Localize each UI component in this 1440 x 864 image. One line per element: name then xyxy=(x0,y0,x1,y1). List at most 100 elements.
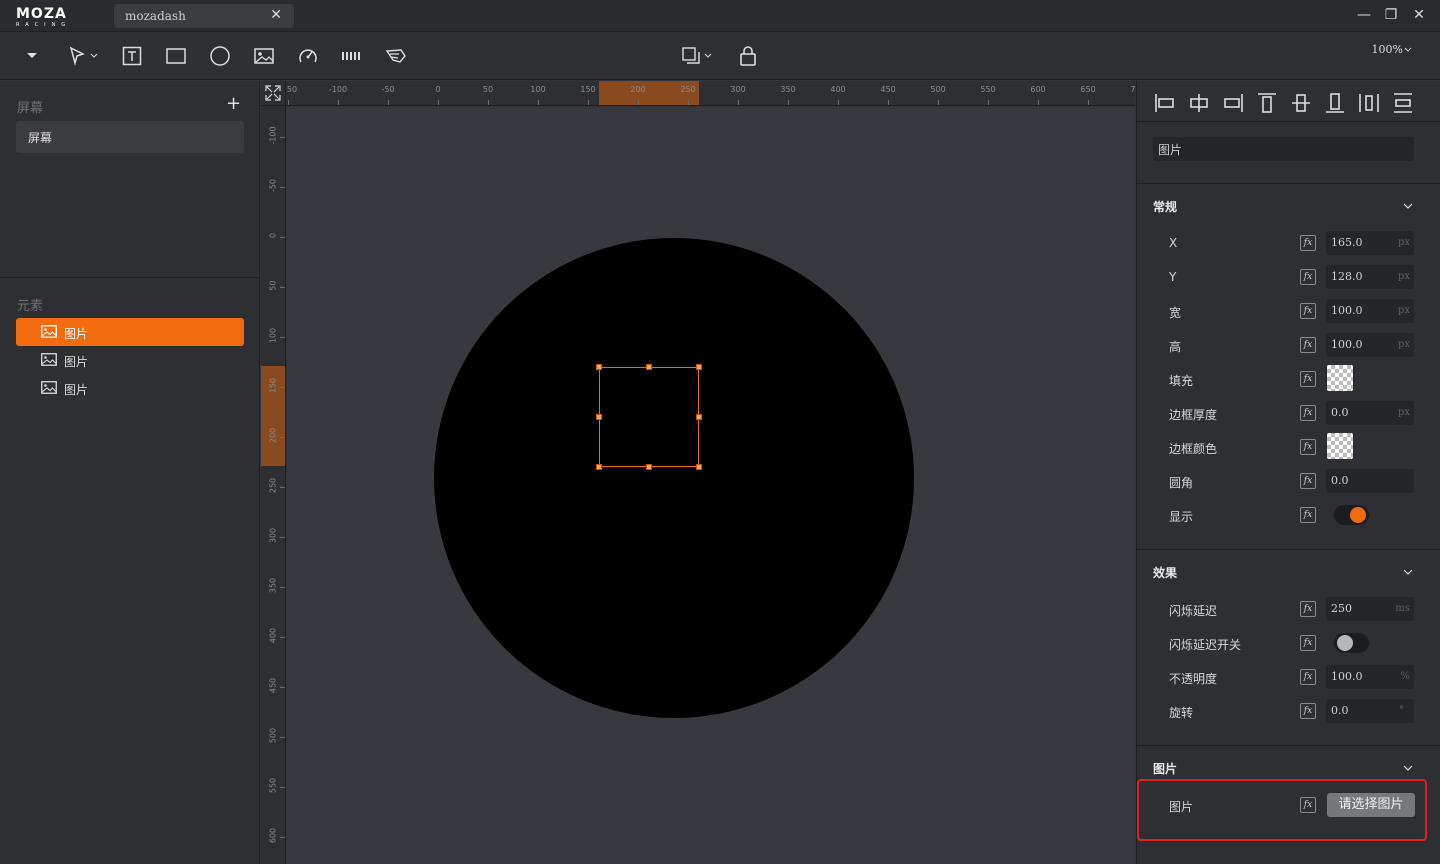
element-label: 图片 xyxy=(64,383,89,397)
chevron-down-icon[interactable] xyxy=(1403,567,1413,577)
resize-handle-s[interactable] xyxy=(646,464,652,470)
element-label: 图片 xyxy=(64,355,89,369)
align-h-center-icon[interactable] xyxy=(1187,91,1211,115)
fx-icon[interactable]: fx xyxy=(1300,235,1316,251)
bar-tool-icon[interactable] xyxy=(340,44,364,68)
visible-toggle[interactable] xyxy=(1334,505,1369,525)
fx-icon[interactable]: fx xyxy=(1300,601,1316,617)
blink-delay-input[interactable]: 250 ms xyxy=(1326,597,1414,621)
fx-icon[interactable]: fx xyxy=(1300,473,1316,489)
fx-icon[interactable]: fx xyxy=(1300,371,1316,387)
steering-tool-icon[interactable] xyxy=(384,44,408,68)
opacity-input[interactable]: 100.0% xyxy=(1326,665,1414,689)
fx-icon[interactable]: fx xyxy=(1300,337,1316,353)
add-screen-button[interactable]: + xyxy=(226,93,241,114)
selected-image-element[interactable] xyxy=(596,364,702,470)
ruler-label: 150 xyxy=(268,377,278,394)
rectangle-tool-icon[interactable] xyxy=(164,44,188,68)
element-list-item[interactable]: 图片 xyxy=(16,346,244,374)
ruler-label: -50 xyxy=(381,85,395,94)
rotation-input[interactable]: 0.0 ° xyxy=(1326,699,1414,723)
radius-input[interactable]: 0.0 xyxy=(1326,469,1414,493)
element-list-item[interactable]: 图片 xyxy=(16,374,244,402)
caret-down-icon[interactable] xyxy=(20,44,44,68)
y-input[interactable]: 128.0 px xyxy=(1326,265,1414,289)
height-input[interactable]: 100.0 px xyxy=(1326,333,1414,357)
ruler-label: 500 xyxy=(930,85,946,94)
align-top-icon[interactable] xyxy=(1255,91,1279,115)
text-tool-icon[interactable] xyxy=(120,44,144,68)
chevron-down-icon[interactable] xyxy=(1403,201,1413,211)
ruler-tick xyxy=(888,100,889,105)
width-input[interactable]: 100.0 px xyxy=(1326,299,1414,323)
element-list-item-selected[interactable]: 图片 xyxy=(16,318,244,346)
fit-view-button[interactable] xyxy=(261,81,286,106)
fill-color-swatch[interactable] xyxy=(1327,365,1353,391)
ruler-tick xyxy=(638,100,639,105)
ruler-label: 400 xyxy=(830,85,846,94)
zoom-selector[interactable]: 100% xyxy=(1372,43,1412,56)
ruler-label: 500 xyxy=(268,727,278,744)
design-canvas[interactable] xyxy=(287,107,1135,864)
opacity-unit: % xyxy=(1400,671,1410,682)
align-bottom-icon[interactable] xyxy=(1323,91,1347,115)
border-color-label: 边框颜色 xyxy=(1169,442,1218,456)
fx-icon[interactable]: fx xyxy=(1300,269,1316,285)
blink-switch-label: 闪烁延迟开关 xyxy=(1169,638,1242,652)
ruler-tick xyxy=(788,100,789,105)
ruler-label: 200 xyxy=(268,427,278,444)
ruler-tick xyxy=(588,100,589,105)
resize-handle-sw[interactable] xyxy=(596,464,602,470)
ruler-label: 100 xyxy=(268,327,278,344)
tab-close-icon[interactable]: ✕ xyxy=(270,7,282,23)
resize-handle-ne[interactable] xyxy=(696,364,702,370)
lock-icon[interactable] xyxy=(736,44,760,68)
distribute-horizontal-icon[interactable] xyxy=(1357,91,1381,115)
gauge-tool-icon[interactable] xyxy=(296,44,320,68)
ruler-tick xyxy=(280,337,285,338)
x-input[interactable]: 165.0 px xyxy=(1326,231,1414,255)
width-label: 宽 xyxy=(1169,306,1182,320)
circle-tool-icon[interactable] xyxy=(208,44,232,68)
border-width-input[interactable]: 0.0 px xyxy=(1326,401,1414,425)
pointer-icon[interactable] xyxy=(66,44,100,68)
fx-icon[interactable]: fx xyxy=(1300,703,1316,719)
ruler-tick xyxy=(988,100,989,105)
blink-switch-toggle[interactable] xyxy=(1334,633,1369,653)
fx-icon[interactable]: fx xyxy=(1300,507,1316,523)
screen-list-item[interactable]: 屏幕 xyxy=(16,121,244,153)
ruler-tick xyxy=(280,587,285,588)
fx-icon[interactable]: fx xyxy=(1300,439,1316,455)
fx-icon[interactable]: fx xyxy=(1300,669,1316,685)
align-v-center-icon[interactable] xyxy=(1289,91,1313,115)
element-name-input[interactable]: 图片 xyxy=(1153,137,1414,161)
ruler-tick xyxy=(280,387,285,388)
resize-handle-n[interactable] xyxy=(646,364,652,370)
resize-handle-se[interactable] xyxy=(696,464,702,470)
distribute-vertical-icon[interactable] xyxy=(1391,91,1415,115)
document-tab[interactable]: mozadash ✕ xyxy=(114,4,294,28)
image-tool-icon[interactable] xyxy=(252,44,276,68)
layer-icon[interactable] xyxy=(680,44,716,68)
ruler-label: 550 xyxy=(268,777,278,794)
fx-icon[interactable]: fx xyxy=(1300,635,1316,651)
fx-icon[interactable]: fx xyxy=(1300,405,1316,421)
fx-icon[interactable]: fx xyxy=(1300,303,1316,319)
effects-section-title: 效果 xyxy=(1153,566,1178,580)
dashboard-screen-circle[interactable] xyxy=(434,238,914,718)
ruler-tick xyxy=(280,187,285,188)
resize-handle-nw[interactable] xyxy=(596,364,602,370)
resize-handle-e[interactable] xyxy=(696,414,702,420)
horizontal-ruler: -150 -100 -50 0 50 100 150 200 250 300 350 400 450 50… xyxy=(286,81,1135,106)
ruler-label: 450 xyxy=(268,677,278,694)
resize-handle-w[interactable] xyxy=(596,414,602,420)
align-left-icon[interactable] xyxy=(1153,91,1177,115)
chevron-down-icon[interactable] xyxy=(1403,763,1413,773)
toolbar: 100% xyxy=(0,32,1440,80)
minimize-button[interactable]: — xyxy=(1354,7,1374,23)
restore-button[interactable]: ❐ xyxy=(1381,7,1401,23)
close-window-button[interactable]: ✕ xyxy=(1409,7,1429,23)
ruler-label: 450 xyxy=(880,85,896,94)
border-color-swatch[interactable] xyxy=(1327,433,1353,459)
align-right-icon[interactable] xyxy=(1221,91,1245,115)
